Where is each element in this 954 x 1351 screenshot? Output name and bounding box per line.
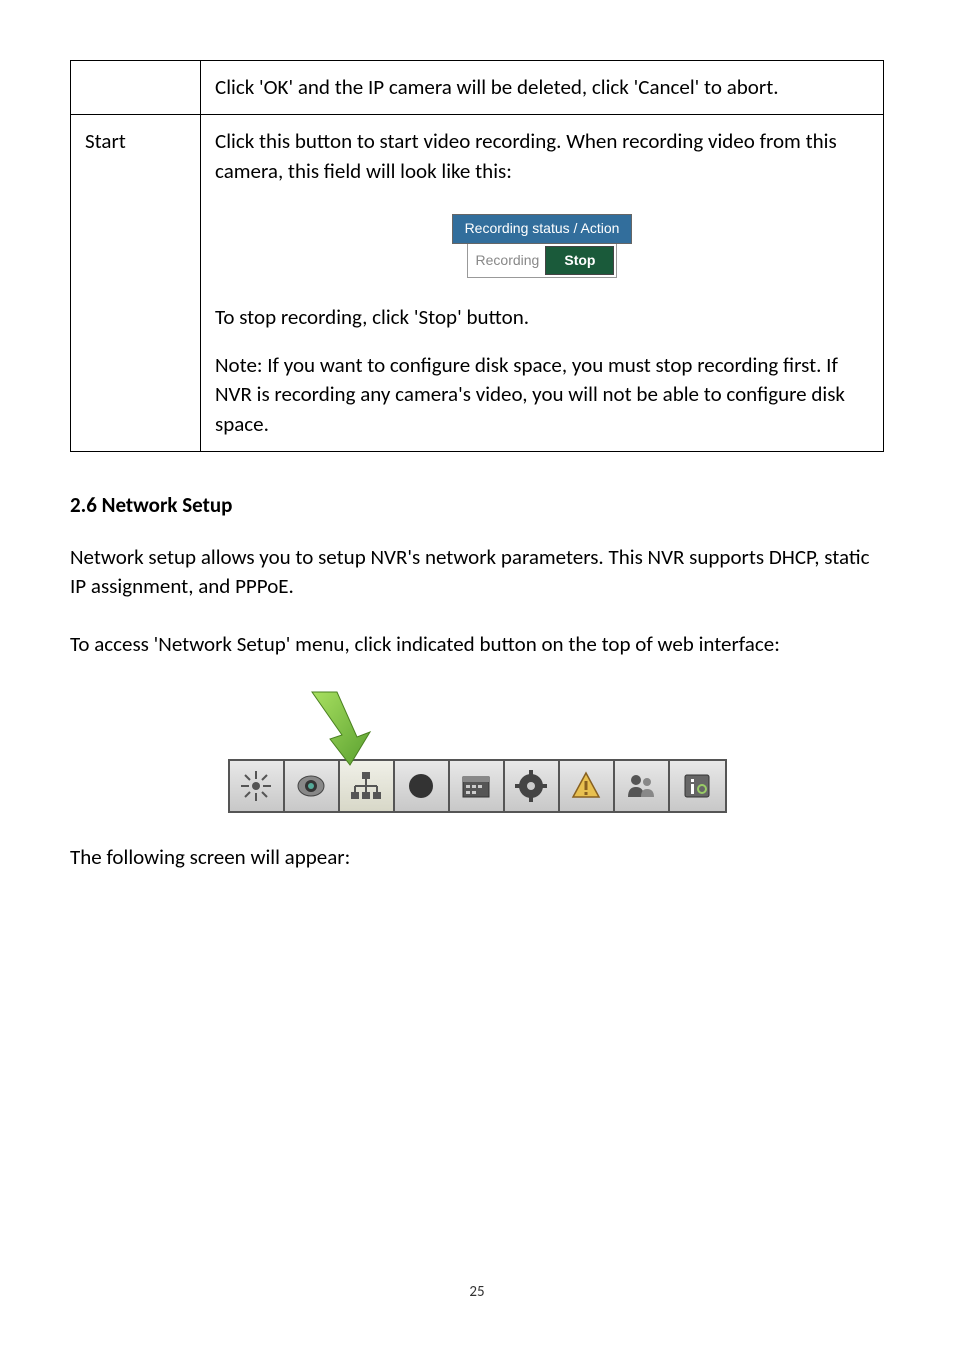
toolbar-record-button[interactable] [395,761,450,811]
user-icon [624,769,658,803]
table-row2-left: Start [71,115,201,452]
toolbar-spark-button[interactable] [230,761,285,811]
body-para-2: To access 'Network Setup' menu, click in… [70,630,884,659]
toolbar-schedule-button[interactable] [450,761,505,811]
toolbar-illustration [70,687,884,813]
camera-icon [294,769,328,803]
recording-status-widget: Recording status / Action Recording Stop [215,214,869,278]
stop-button[interactable]: Stop [545,246,614,276]
alert-icon [569,769,603,803]
table-row2-right: Click this button to start video recordi… [201,115,884,452]
table-row1-left [71,61,201,115]
recording-status-label: Recording [468,247,546,275]
body-para-1: Network setup allows you to setup NVR's … [70,543,884,602]
toolbar-alert-button[interactable] [560,761,615,811]
definition-table: Click 'OK' and the IP camera will be del… [70,60,884,452]
toolbar-camera-button[interactable] [285,761,340,811]
green-arrow-icon [302,687,372,767]
row2-para1: Click this button to start video recordi… [215,127,869,186]
toolbar-network-button[interactable] [340,761,395,811]
recording-status-header: Recording status / Action [452,214,633,244]
info-icon [680,769,714,803]
row2-para3: Note: If you want to configure disk spac… [215,351,869,439]
schedule-icon [459,769,493,803]
table-row1-right: Click 'OK' and the IP camera will be del… [201,61,884,115]
gear-icon [514,769,548,803]
toolbar-info-button[interactable] [670,761,725,811]
row2-para2: To stop recording, click 'Stop' button. [215,303,869,332]
page-number: 25 [469,1283,484,1301]
record-icon [404,769,438,803]
toolbar-settings-button[interactable] [505,761,560,811]
network-icon [349,769,383,803]
section-heading: 2.6 Network Setup [70,492,884,518]
toolbar-user-button[interactable] [615,761,670,811]
body-para-3: The following screen will appear: [70,843,884,872]
spark-icon [239,769,273,803]
toolbar [228,759,727,813]
